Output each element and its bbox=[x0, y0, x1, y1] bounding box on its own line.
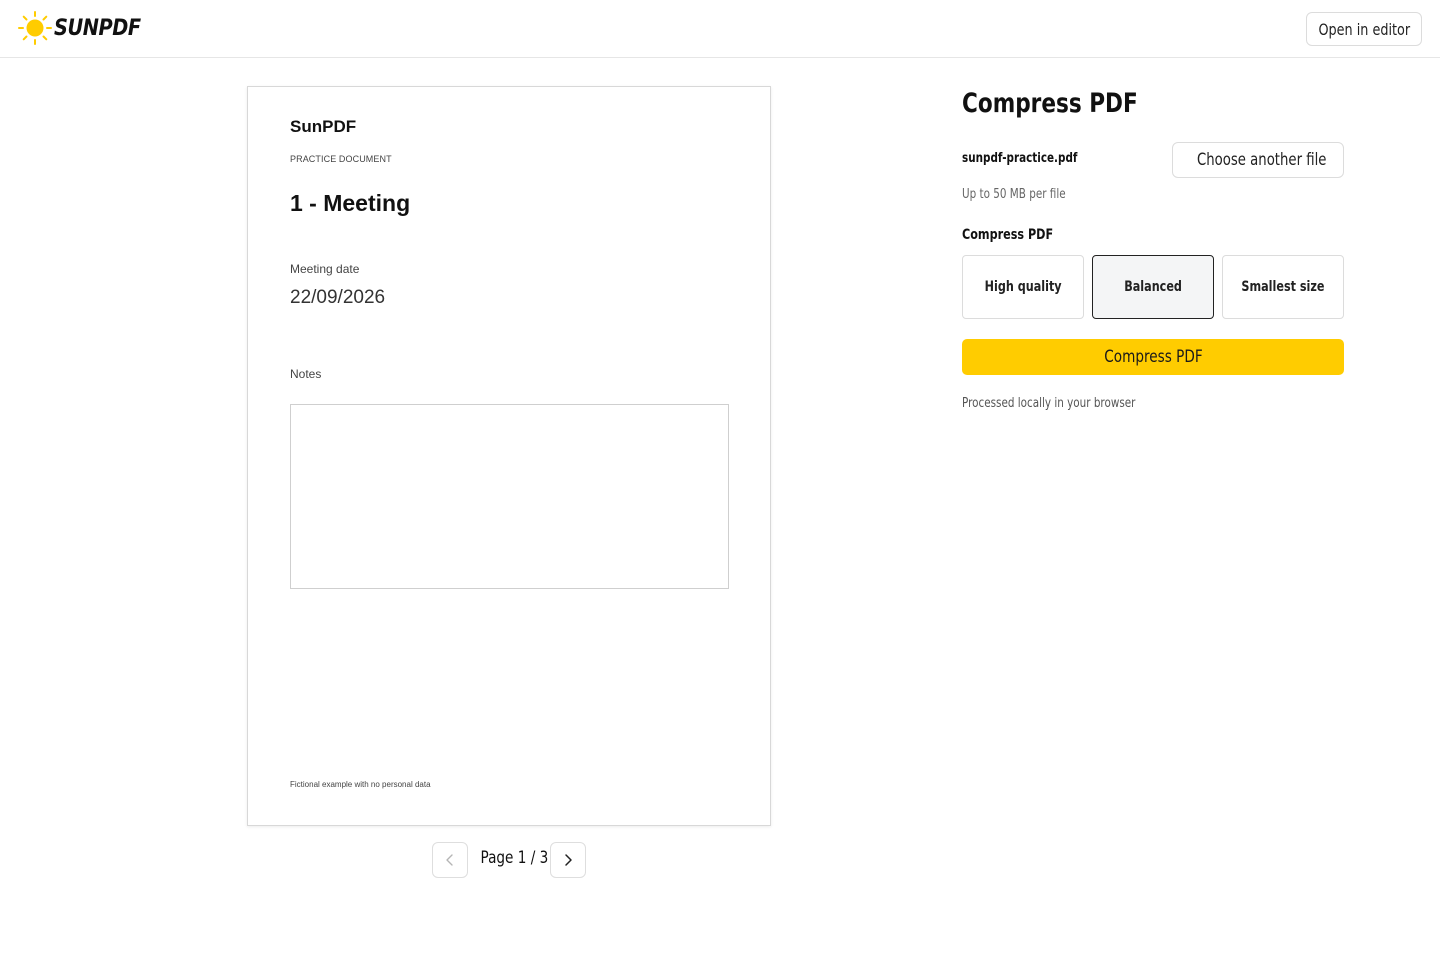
choose-another-file-button[interactable]: Choose another file bbox=[1172, 142, 1344, 178]
doc-date-value: 22/09/2026 bbox=[290, 287, 386, 308]
option-balanced[interactable]: Balanced bbox=[1092, 255, 1214, 319]
compression-options-label: Compress PDF bbox=[962, 227, 1054, 243]
doc-kicker: PRACTICE DOCUMENT bbox=[290, 154, 392, 164]
chevron-left-icon bbox=[446, 854, 453, 866]
chevron-right-icon bbox=[565, 854, 572, 866]
doc-footer: Fictional example with no personal data bbox=[290, 780, 431, 789]
compress-pdf-label: Compress PDF bbox=[1103, 347, 1203, 367]
doc-brand: SunPDF bbox=[290, 117, 357, 136]
pdf-page-preview: SunPDF PRACTICE DOCUMENT 1 - Meeting Mee… bbox=[247, 86, 771, 826]
option-smallest-size[interactable]: Smallest size bbox=[1222, 255, 1344, 319]
option-smallest-size-label: Smallest size bbox=[1241, 279, 1325, 295]
doc-notes-label: Notes bbox=[290, 367, 322, 381]
choose-another-file-label: Choose another file bbox=[1197, 150, 1327, 170]
doc-notes-box bbox=[290, 404, 729, 589]
local-processing-note: Processed locally in your browser bbox=[962, 396, 1136, 411]
page-indicator: Page 1 / 3 bbox=[472, 848, 549, 872]
sun-icon bbox=[18, 11, 52, 45]
option-high-quality-label: High quality bbox=[984, 279, 1062, 295]
brand-name: SUNPDF bbox=[54, 15, 141, 41]
option-high-quality[interactable]: High quality bbox=[962, 255, 1084, 319]
previous-page-button[interactable] bbox=[432, 842, 468, 878]
option-balanced-label: Balanced bbox=[1124, 279, 1182, 295]
top-header: SUNPDF Open in editor bbox=[0, 0, 1440, 58]
panel-title: Compress PDF bbox=[962, 88, 1138, 119]
doc-title: 1 - Meeting bbox=[290, 190, 411, 216]
compress-pdf-button[interactable]: Compress PDF bbox=[962, 339, 1344, 375]
file-size-limit: Up to 50 MB per file bbox=[962, 187, 1066, 202]
file-name: sunpdf-practice.pdf bbox=[962, 151, 1078, 166]
open-in-editor-button[interactable]: Open in editor bbox=[1306, 12, 1422, 46]
page-indicator-text: Page 1 / 3 bbox=[480, 848, 549, 868]
doc-date-label: Meeting date bbox=[290, 262, 360, 276]
open-in-editor-label: Open in editor bbox=[1318, 19, 1410, 39]
brand-logo[interactable]: SUNPDF bbox=[16, 10, 153, 46]
next-page-button[interactable] bbox=[550, 842, 586, 878]
